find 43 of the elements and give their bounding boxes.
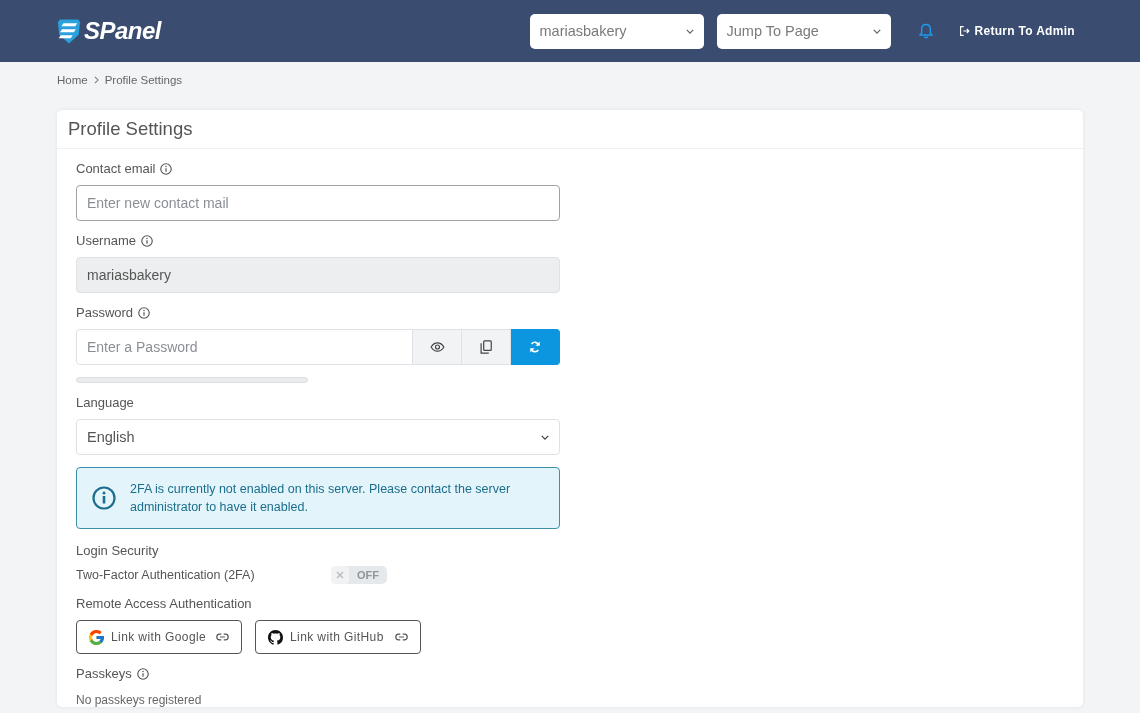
field-label: Username [76,233,136,249]
chevron-right-icon [93,76,99,84]
password-field[interactable]: Enter a Password [76,329,413,365]
account-select[interactable]: mariasbakery [529,13,704,49]
link-account-button[interactable]: Link with Google [76,620,242,654]
show-password-button[interactable] [413,329,462,365]
info-icon [92,486,116,510]
jump-to-page-select[interactable]: Jump To Page [716,13,891,49]
return-to-admin-link[interactable]: Return To Admin [958,24,1075,38]
info-icon[interactable] [160,163,173,175]
info-icon[interactable] [136,668,149,680]
link-account-button[interactable]: Link with GitHub [255,620,421,654]
toggle-label: Two-Factor Authentication (2FA) [76,568,256,582]
copy-password-button[interactable] [462,329,511,365]
text-field[interactable]: Enter new contact mail [76,185,560,221]
breadcrumb-current: Profile Settings [104,73,183,88]
chevron-down-icon [541,434,549,440]
card-title: Profile Settings [68,119,194,139]
link-icon [395,633,408,641]
link-icon [216,633,229,641]
copy-icon [480,340,492,354]
logo-text: SPanel [84,17,162,45]
alert-message: 2FA is currently not enabled on this server. Please contact the server administrator to have it enabled. [130,481,512,516]
chevron-down-icon [872,28,881,34]
section-heading: Login Security [76,543,159,558]
refresh-icon [529,340,541,354]
section-heading: Remote Access Authentication [76,596,252,612]
field-label: Password [76,305,134,321]
language-select[interactable]: English [76,419,560,455]
info-icon[interactable] [138,307,151,319]
breadcrumb-link[interactable]: Home [57,72,88,88]
eye-icon [429,342,445,352]
field-label: Language [76,395,134,411]
x-icon [331,566,349,584]
section-heading: Passkeys [76,666,132,682]
field-label: Contact email [76,161,156,177]
github-logo-icon [268,629,283,645]
google-logo-icon [89,629,104,645]
empty-state-text: No passkeys registered [76,693,203,707]
exit-icon [958,25,970,37]
logo-icon [57,17,81,45]
chevron-down-icon [685,28,694,34]
bell-icon[interactable] [918,23,933,39]
